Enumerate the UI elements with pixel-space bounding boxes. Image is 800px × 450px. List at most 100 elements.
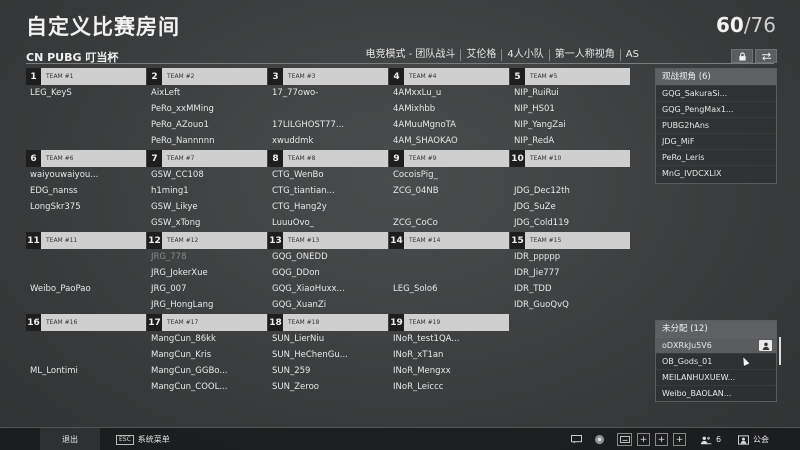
unassigned-item[interactable]: OB_Gods_01 [656, 353, 776, 369]
player-slot[interactable]: CocoisPig_ [389, 167, 509, 183]
player-slot[interactable]: EDG_nanss [26, 183, 146, 199]
player-slot[interactable]: INoR_Leiccc [389, 379, 509, 395]
player-slot[interactable]: LEG_KeyS [26, 85, 146, 101]
team-header[interactable]: 13 TEAM #13 [268, 232, 388, 249]
spectator-item[interactable]: MnG_IVDCXLIX [656, 165, 776, 181]
team-header[interactable]: 16 TEAM #16 [26, 314, 146, 331]
player-slot[interactable]: PeRo_Nannnnn [147, 133, 267, 149]
player-slot[interactable]: ZCG_CoCo [389, 215, 509, 231]
empty-slot[interactable] [26, 133, 146, 149]
team-header[interactable]: 17 TEAM #17 [147, 314, 267, 331]
chat-icon[interactable] [570, 433, 583, 446]
player-slot[interactable]: 17LILGHOST77... [268, 117, 388, 133]
empty-slot[interactable] [26, 347, 146, 363]
system-menu-button[interactable]: ESC 系统菜单 [116, 428, 170, 450]
spectator-item[interactable]: GQG_SakuraSi... [656, 85, 776, 101]
spectator-item[interactable]: PeRo_Leris [656, 149, 776, 165]
player-slot[interactable]: JDG_Cold119 [510, 215, 630, 231]
team-header[interactable]: 4 TEAM #4 [389, 68, 509, 85]
player-slot[interactable]: LEG_Solo6 [389, 281, 509, 297]
player-slot[interactable]: LongSkr375 [26, 199, 146, 215]
player-slot[interactable]: INoR_Mengxx [389, 363, 509, 379]
player-slot[interactable]: Weibo_PaoPao [26, 281, 146, 297]
player-slot[interactable]: 4AMxxLu_u [389, 85, 509, 101]
empty-slot[interactable] [26, 101, 146, 117]
empty-slot[interactable] [26, 215, 146, 231]
player-slot[interactable]: GQG_XuanZi [268, 297, 388, 313]
player-slot[interactable]: 17_77owo- [268, 85, 388, 101]
player-slot[interactable]: 4AMuuMgnoTA [389, 117, 509, 133]
lock-button[interactable] [731, 49, 753, 63]
player-slot[interactable]: GQG_XiaoHuxx... [268, 281, 388, 297]
friends-button[interactable]: 6 [700, 428, 721, 450]
player-slot[interactable]: CTG_tiantian... [268, 183, 388, 199]
add-slot-button[interactable]: + [673, 433, 686, 446]
player-slot[interactable]: INoR_xT1an [389, 347, 509, 363]
team-header[interactable]: 2 TEAM #2 [147, 68, 267, 85]
player-slot[interactable]: 4AMixhbb [389, 101, 509, 117]
player-slot[interactable]: JRG_778 [147, 249, 267, 265]
player-slot[interactable]: xwuddmk [268, 133, 388, 149]
empty-slot[interactable] [510, 167, 630, 183]
player-slot[interactable]: MangCun_Kris [147, 347, 267, 363]
player-slot[interactable]: GSW_CC108 [147, 167, 267, 183]
add-slot-button[interactable]: + [655, 433, 668, 446]
player-slot[interactable]: ML_Lontimi [26, 363, 146, 379]
team-header[interactable]: 19 TEAM #19 [389, 314, 509, 331]
exit-button[interactable]: 退出 [40, 428, 100, 450]
player-slot[interactable]: GQG_DDon [268, 265, 388, 281]
player-slot[interactable]: JDG_SuZe [510, 199, 630, 215]
player-slot[interactable]: MangCun_COOL... [147, 379, 267, 395]
unassigned-item-selected[interactable]: oDXRkJu5V6 [656, 337, 776, 353]
player-slot[interactable]: SUN_259 [268, 363, 388, 379]
player-slot[interactable]: JDG_Dec12th [510, 183, 630, 199]
empty-slot[interactable] [389, 265, 509, 281]
add-slot-button[interactable]: + [637, 433, 650, 446]
unassigned-scrollbar[interactable] [779, 337, 781, 365]
player-slot[interactable]: IDR_GuoQvQ [510, 297, 630, 313]
player-slot[interactable]: PeRo_AZouo1 [147, 117, 267, 133]
player-slot[interactable]: GSW_Likye [147, 199, 267, 215]
spectator-item[interactable]: PUBG2hAns [656, 117, 776, 133]
team-header[interactable]: 15 TEAM #15 [510, 232, 630, 249]
profile-icon[interactable] [759, 340, 772, 351]
team-header[interactable]: 14 TEAM #14 [389, 232, 509, 249]
player-slot[interactable]: IDR_TDD [510, 281, 630, 297]
team-header[interactable]: 3 TEAM #3 [268, 68, 388, 85]
player-slot[interactable]: PeRo_xxMMing [147, 101, 267, 117]
player-slot[interactable]: SUN_LierNiu [268, 331, 388, 347]
swap-button[interactable] [755, 49, 777, 63]
empty-slot[interactable] [389, 199, 509, 215]
player-slot[interactable]: JRG_JokerXue [147, 265, 267, 281]
player-slot[interactable]: ZCG_04NB [389, 183, 509, 199]
spectator-item[interactable]: GQG_PengMax1... [656, 101, 776, 117]
player-slot[interactable]: MangCun_GGBo... [147, 363, 267, 379]
player-slot[interactable]: waiyouwaiyou... [26, 167, 146, 183]
empty-slot[interactable] [26, 249, 146, 265]
player-slot[interactable]: JRG_007 [147, 281, 267, 297]
player-slot[interactable]: NIP_HS01 [510, 101, 630, 117]
team-header[interactable]: 6 TEAM #6 [26, 150, 146, 167]
voice-icon[interactable] [593, 433, 606, 446]
player-slot[interactable]: AixLeft [147, 85, 267, 101]
player-slot[interactable]: GQG_ONEDD [268, 249, 388, 265]
player-slot[interactable]: LuuuOvo_ [268, 215, 388, 231]
empty-slot[interactable] [389, 249, 509, 265]
player-slot[interactable]: CTG_WenBo [268, 167, 388, 183]
team-header[interactable]: 8 TEAM #8 [268, 150, 388, 167]
unassigned-item[interactable]: Weibo_BAOLAN... [656, 385, 776, 401]
player-slot[interactable]: CTG_Hang2y [268, 199, 388, 215]
team-header[interactable]: 10 TEAM #10 [510, 150, 630, 167]
player-slot[interactable]: INoR_test1QA... [389, 331, 509, 347]
team-header[interactable]: 12 TEAM #12 [147, 232, 267, 249]
player-slot[interactable]: h1ming1 [147, 183, 267, 199]
team-header[interactable]: 18 TEAM #18 [268, 314, 388, 331]
team-header[interactable]: 7 TEAM #7 [147, 150, 267, 167]
keyboard-icon[interactable] [617, 433, 632, 446]
player-slot[interactable]: IDR_Jie777 [510, 265, 630, 281]
team-header[interactable]: 5 TEAM #5 [510, 68, 630, 85]
team-header[interactable]: 9 TEAM #9 [389, 150, 509, 167]
empty-slot[interactable] [26, 297, 146, 313]
player-slot[interactable]: SUN_HeChenGu... [268, 347, 388, 363]
team-header[interactable]: 1 TEAM #1 [26, 68, 146, 85]
